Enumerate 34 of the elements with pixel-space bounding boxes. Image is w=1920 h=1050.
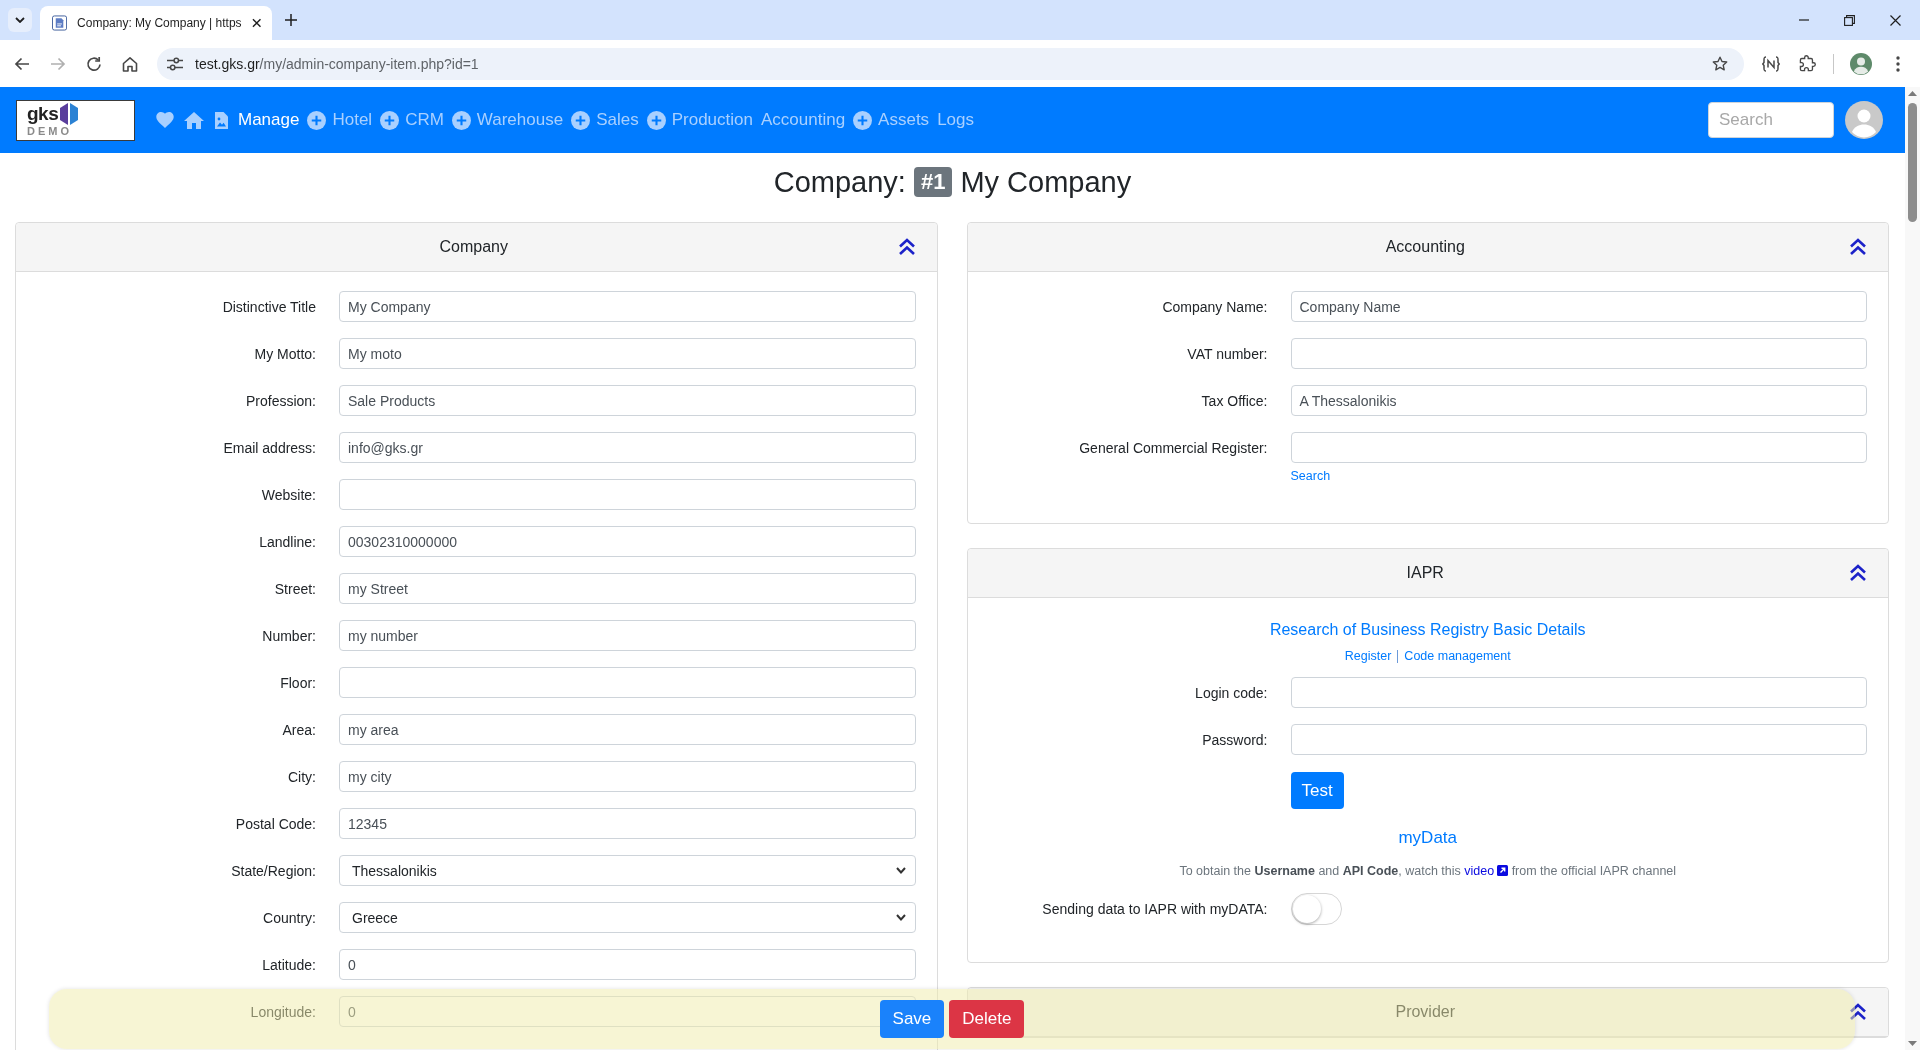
field-label: State/Region: (231, 862, 316, 879)
id-badge: #1 (913, 167, 953, 197)
field-label: Country: (263, 909, 316, 926)
field-label: General Commercial Register: (1079, 439, 1268, 456)
api-instructions-text: To obtain the Username and API Code, watch this video from the official IAPR channel (1179, 863, 1677, 880)
field-label: Distinctive Title (222, 298, 316, 315)
panel-title: Provider (1395, 1003, 1456, 1021)
field-label: Password: (1202, 731, 1268, 748)
field-label: Landline: (259, 533, 316, 550)
field-label: Website: (261, 486, 316, 503)
field-label: Tax Office: (1201, 392, 1268, 409)
panel-title: Company (439, 238, 508, 256)
field-label: Email address: (223, 439, 316, 456)
field-label: VAT number: (1187, 345, 1268, 362)
field-label: Login code: (1195, 684, 1268, 701)
field-label: Sending data to IAPR with myDATA: (1042, 901, 1268, 917)
field-label: Street: (274, 580, 316, 597)
demo-stamp-text: DEMO (27, 124, 72, 138)
field-label: Latitude: (262, 956, 316, 973)
field-label: Floor: (280, 674, 316, 691)
field-label: Profession: (245, 392, 316, 409)
url-text: test.gks.gr/my/admin-company-item.php?id=1 (195, 55, 479, 72)
page-title-label: Company: (773, 165, 906, 200)
logo-text: gks (27, 103, 59, 124)
panel-title: Accounting (1385, 238, 1465, 256)
field-label: Number: (262, 627, 316, 644)
field-label: My Motto: (254, 345, 316, 362)
page-title-name: My Company (960, 165, 1132, 200)
field-label: Company Name: (1162, 298, 1268, 315)
field-label: Longitude: (250, 1003, 316, 1020)
panel-title: IAPR (1406, 564, 1444, 582)
field-label: Postal Code: (235, 815, 316, 832)
field-label: City: (288, 768, 316, 785)
field-label: Area: (282, 721, 316, 738)
